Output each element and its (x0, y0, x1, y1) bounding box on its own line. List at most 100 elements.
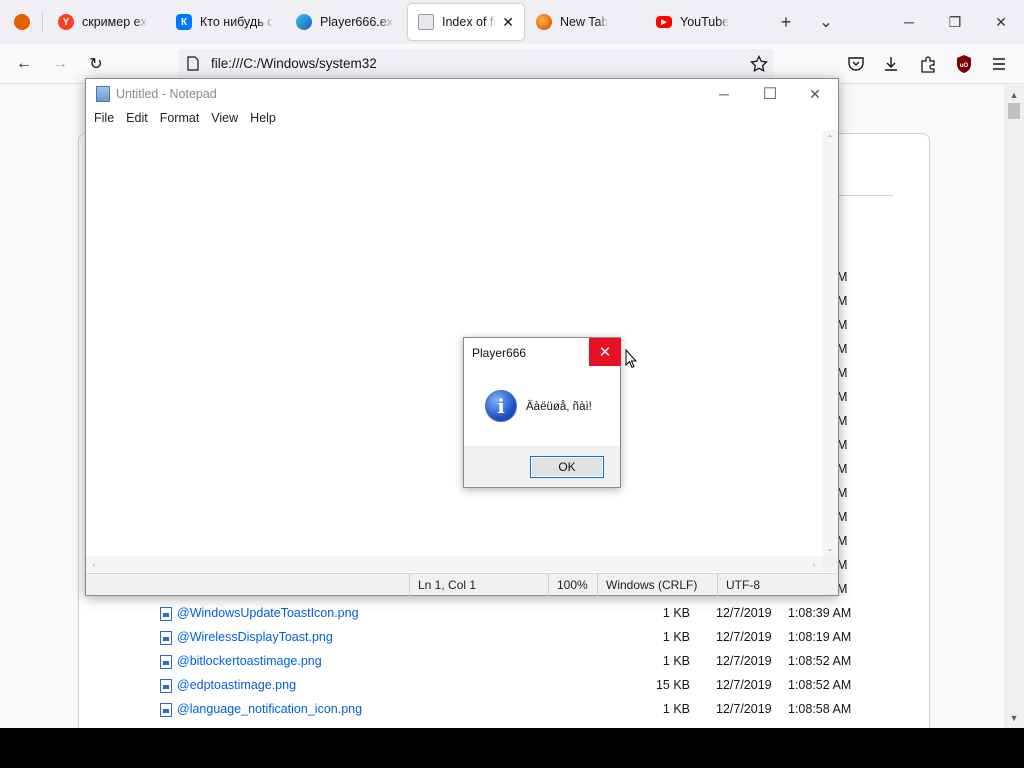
image-file-icon (160, 631, 172, 645)
file-time: 1:08:58 AM (788, 702, 852, 716)
notepad-icon (96, 86, 110, 102)
table-row: @language_notification_icon.png 1 KB 12/7/… (160, 700, 860, 720)
mouse-pointer-icon (625, 349, 637, 369)
file-name-link[interactable]: @language_notification_icon.png (177, 702, 362, 716)
file-size: 1 KB (662, 702, 690, 716)
menu-edit[interactable]: Edit (126, 109, 156, 129)
tab-title: Player666.exe (320, 15, 394, 29)
image-file-icon (160, 655, 172, 669)
file-date: 12/7/2019 (716, 702, 772, 716)
restore-button[interactable]: ❐ (932, 0, 978, 44)
minimize-button[interactable]: ─ (886, 0, 932, 44)
page-scrollbar[interactable]: ▲ ▼ (1004, 85, 1024, 728)
tab-screamer[interactable]: Y скример exe (48, 4, 158, 40)
file-name-link[interactable]: @bitlockertoastimage.png (177, 654, 322, 668)
information-icon: i (485, 390, 517, 422)
firefox-view-button[interactable] (4, 4, 36, 40)
header-divider (838, 195, 893, 196)
edge-icon (296, 14, 312, 30)
notepad-horizontal-scrollbar[interactable]: ‹ › (86, 556, 822, 572)
tab-title: YouTube (680, 15, 730, 29)
firefox-icon (536, 14, 552, 30)
close-window-button[interactable]: ✕ (978, 0, 1024, 44)
scroll-up-arrow-icon[interactable]: ⌃ (822, 130, 838, 146)
yandex-icon: Y (58, 14, 74, 30)
table-row: @WindowsUpdateToastIcon.png 1 KB 12/7/2019… (160, 604, 860, 624)
scroll-down-arrow-icon[interactable]: ▼ (1004, 710, 1024, 726)
status-encoding: UTF-8 (717, 574, 838, 596)
firefox-icon (14, 14, 30, 30)
notepad-title-bar[interactable]: Untitled - Notepad ─ ☐ ✕ (86, 79, 838, 109)
downloads-icon[interactable] (882, 55, 900, 73)
menu-help[interactable]: Help (250, 109, 284, 129)
back-button[interactable]: ← (10, 50, 38, 78)
dialog-button-area: OK (464, 446, 620, 487)
file-size: 1 KB (662, 630, 690, 644)
list-all-tabs-button[interactable]: ⌄ (803, 0, 849, 44)
file-name-link[interactable]: @WirelessDisplayToast.png (177, 630, 333, 644)
menu-hamburger-icon[interactable] (991, 56, 1007, 72)
tab-strip: Y скример exe К Кто нибудь сп Player666.… (0, 0, 1024, 44)
forward-button[interactable]: → (46, 50, 74, 78)
tab-title: скример exe (82, 15, 148, 29)
file-size: 15 KB (655, 678, 690, 692)
tab-title: Кто нибудь сп (200, 15, 274, 29)
tab-player666[interactable]: Player666.exe (286, 4, 404, 40)
table-row: @edptoastimage.png 15 KB 12/7/2019 1:08:52 … (160, 676, 860, 696)
tab-new-tab[interactable]: New Tab (526, 4, 644, 40)
file-size: 1 KB (662, 654, 690, 668)
table-row: @bitlockertoastimage.png 1 KB 12/7/2019 1:0… (160, 652, 860, 672)
status-cursor-position: Ln 1, Col 1 (409, 574, 548, 596)
image-file-icon (160, 703, 172, 717)
file-time: 1:08:52 AM (788, 678, 852, 692)
ublock-origin-icon[interactable]: uO (955, 54, 973, 74)
tab-index-of-file[interactable]: Index of file ✕ (408, 4, 524, 40)
notepad-window: Untitled - Notepad ─ ☐ ✕ File Edit Forma… (85, 78, 839, 596)
url-bar[interactable]: file:///C:/Windows/system32 (178, 49, 774, 79)
menu-view[interactable]: View (211, 109, 246, 129)
screen: Y скример exe К Кто нибудь сп Player666.… (0, 0, 1024, 728)
close-tab-icon[interactable]: ✕ (496, 14, 514, 31)
tab-vk[interactable]: К Кто нибудь сп (166, 4, 284, 40)
notepad-minimize-button[interactable]: ─ (701, 79, 747, 109)
scroll-right-arrow-icon[interactable]: › (806, 556, 822, 572)
scrollbar-thumb[interactable] (1008, 103, 1020, 119)
tab-title: New Tab (560, 15, 609, 29)
svg-text:uO: uO (960, 63, 969, 69)
file-date: 12/7/2019 (716, 606, 772, 620)
scroll-down-arrow-icon[interactable]: ⌄ (822, 540, 838, 556)
file-name-link[interactable]: @WindowsUpdateToastIcon.png (177, 606, 359, 620)
reload-button[interactable]: ↻ (82, 50, 110, 78)
vk-icon: К (176, 14, 192, 30)
ok-button[interactable]: OK (530, 456, 604, 478)
url-text: file:///C:/Windows/system32 (211, 56, 377, 71)
bookmark-star-icon[interactable] (750, 55, 768, 73)
pocket-icon[interactable] (847, 56, 865, 72)
menu-file[interactable]: File (94, 109, 122, 129)
notepad-close-button[interactable]: ✕ (792, 79, 838, 109)
dialog-close-button[interactable]: ✕ (589, 338, 621, 366)
dialog-title: Player666 (472, 346, 527, 360)
extensions-icon[interactable] (919, 55, 937, 73)
file-date: 12/7/2019 (716, 630, 772, 644)
notepad-maximize-button[interactable]: ☐ (747, 79, 793, 109)
notepad-menu-bar: File Edit Format View Help (86, 109, 838, 129)
notepad-text-area[interactable] (86, 130, 822, 556)
tab-youtube[interactable]: ▶ YouTube (646, 4, 764, 40)
notepad-status-bar: Ln 1, Col 1 100% Windows (CRLF) UTF-8 (86, 573, 838, 596)
dialog-message: Äàëüøå, ñàì! (526, 401, 592, 413)
image-file-icon (160, 679, 172, 693)
notepad-vertical-scrollbar[interactable]: ⌃ ⌄ (822, 130, 838, 556)
notepad-title: Untitled - Notepad (116, 87, 217, 101)
menu-format[interactable]: Format (160, 109, 208, 129)
file-name-link[interactable]: @edptoastimage.png (177, 678, 296, 692)
file-date: 12/7/2019 (716, 654, 772, 668)
status-line-endings: Windows (CRLF) (597, 574, 717, 596)
scrollbar-corner (822, 556, 838, 572)
scroll-up-arrow-icon[interactable]: ▲ (1004, 87, 1024, 103)
image-file-icon (160, 607, 172, 621)
scroll-left-arrow-icon[interactable]: ‹ (86, 556, 102, 572)
file-date: 12/7/2019 (716, 678, 772, 692)
tab-title: Index of file (442, 15, 497, 29)
file-icon (418, 14, 434, 30)
